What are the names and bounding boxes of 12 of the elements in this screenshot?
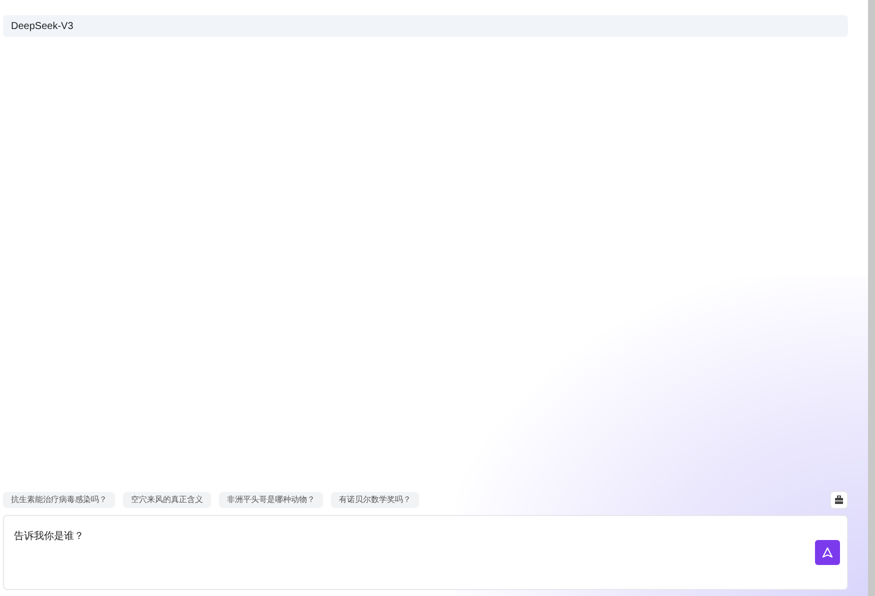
message-input[interactable]: 告诉我你是谁？ [3, 515, 848, 590]
input-text: 告诉我你是谁？ [14, 531, 84, 542]
suggestion-chip[interactable]: 空穴来风的真正含义 [123, 492, 211, 508]
send-button[interactable] [815, 540, 840, 565]
model-title: DeepSeek-V3 [11, 20, 74, 34]
toolbox-icon [834, 495, 844, 505]
scrollbar[interactable] [868, 0, 875, 596]
suggestion-chip[interactable]: 非洲平头哥是哪种动物？ [219, 492, 323, 508]
send-icon [822, 547, 833, 558]
suggestion-chip[interactable]: 抗生素能治疗病毒感染吗？ [3, 492, 115, 508]
suggestion-chip[interactable]: 有诺贝尔数学奖吗？ [331, 492, 419, 508]
toolbox-button[interactable] [830, 491, 848, 509]
